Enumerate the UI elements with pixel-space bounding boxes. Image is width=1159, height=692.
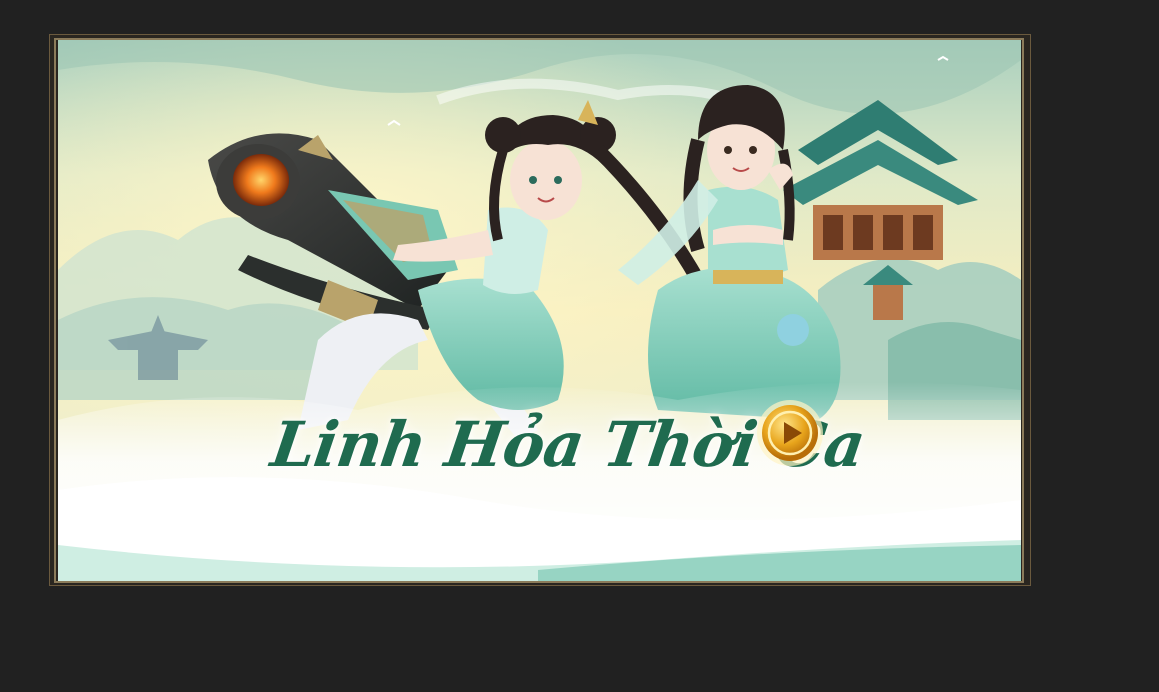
video-frame-inner xyxy=(54,38,1024,583)
